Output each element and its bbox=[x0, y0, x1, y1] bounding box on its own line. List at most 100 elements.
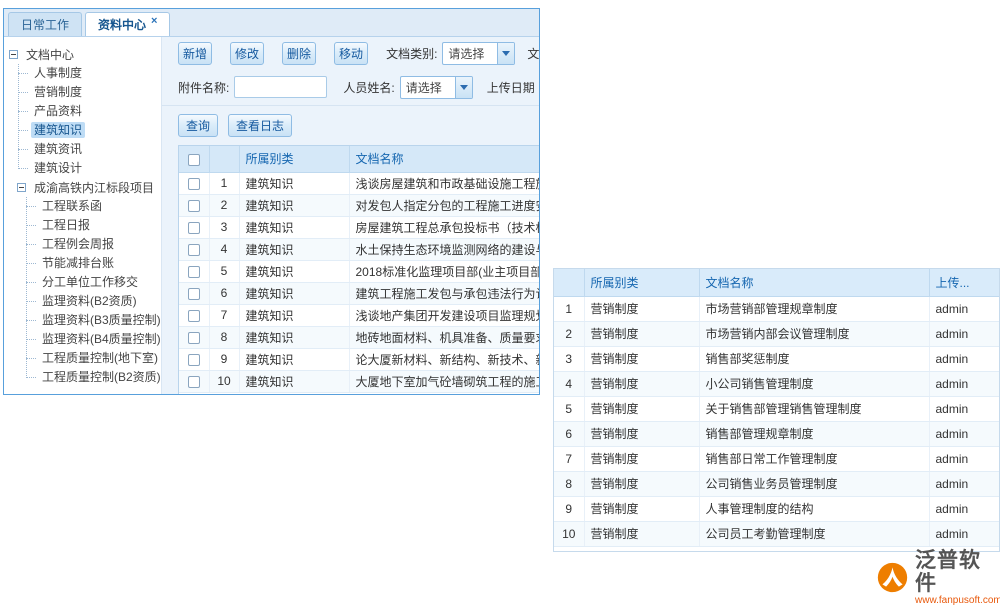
tree-item[interactable]: 监理资料(B2资质) bbox=[17, 292, 161, 311]
row-category: 建筑知识 bbox=[239, 348, 349, 370]
row-category: 建筑知识 bbox=[239, 282, 349, 304]
collapse-icon[interactable] bbox=[9, 50, 18, 59]
tree-item[interactable]: 工程联系函 bbox=[17, 197, 161, 216]
table-row[interactable]: 7建筑知识浅谈地产集团开发建设项目监理规划编... bbox=[179, 304, 539, 326]
row-checkbox[interactable] bbox=[188, 288, 200, 300]
table-row[interactable]: 3营销制度销售部奖惩制度admin bbox=[554, 346, 1000, 371]
table-row[interactable]: 10营销制度公司员工考勤管理制度admin bbox=[554, 521, 1000, 546]
table-row[interactable]: 10建筑知识大厦地下室加气砼墙砌筑工程的施工方... bbox=[179, 370, 539, 392]
row-checkbox[interactable] bbox=[188, 178, 200, 190]
tree-item[interactable]: 人事制度 bbox=[9, 64, 161, 83]
table-row[interactable]: 6营销制度销售部管理规章制度admin bbox=[554, 421, 1000, 446]
row-number: 6 bbox=[209, 282, 239, 304]
tab-bar: 日常工作 资料中心 × bbox=[4, 9, 539, 37]
row-category: 营销制度 bbox=[584, 421, 699, 446]
row-checkbox[interactable] bbox=[188, 200, 200, 212]
table-row[interactable]: 3建筑知识房屋建筑工程总承包投标书（技术标）... bbox=[179, 216, 539, 238]
row-category: 建筑知识 bbox=[239, 326, 349, 348]
row-checkbox[interactable] bbox=[188, 222, 200, 234]
row-number: 4 bbox=[554, 371, 584, 396]
table-row[interactable]: 5建筑知识2018标准化监理项目部(业主项目部)人员... bbox=[179, 260, 539, 282]
table-header-row: 所属别类 文档名称 上传... bbox=[554, 269, 1000, 296]
table-row[interactable]: 1营销制度市场营销部管理规章制度admin bbox=[554, 296, 1000, 321]
table-row[interactable]: 8营销制度公司销售业务员管理制度admin bbox=[554, 471, 1000, 496]
column-header-doc-name[interactable]: 文档名称 bbox=[699, 269, 929, 296]
table-row[interactable]: 2营销制度市场营销内部会议管理制度admin bbox=[554, 321, 1000, 346]
table-row[interactable]: 8建筑知识地砖地面材料、机具准备、质量要求及... bbox=[179, 326, 539, 348]
tree-item[interactable]: 工程质量控制(地下室) bbox=[17, 349, 161, 368]
data-center-window: 日常工作 资料中心 × 文档中心 人事制度营销制度产品资料建筑知识建筑资讯建筑设… bbox=[3, 8, 540, 395]
row-checkbox[interactable] bbox=[188, 376, 200, 388]
row-checkbox[interactable] bbox=[188, 354, 200, 366]
row-category: 营销制度 bbox=[584, 371, 699, 396]
checkbox-cell bbox=[179, 348, 209, 370]
view-log-button[interactable]: 查看日志 bbox=[228, 114, 292, 137]
column-header-uploader[interactable]: 上传... bbox=[929, 269, 1000, 296]
tree-item[interactable]: 建筑资讯 bbox=[9, 140, 161, 159]
close-icon[interactable]: × bbox=[151, 15, 157, 27]
table-row[interactable]: 5营销制度关于销售部管理销售管理制度admin bbox=[554, 396, 1000, 421]
row-checkbox[interactable] bbox=[188, 332, 200, 344]
doc-type-select[interactable]: 请选择 bbox=[442, 42, 515, 65]
table-row[interactable]: 9建筑知识论大厦新材料、新结构、新技术、新工... bbox=[179, 348, 539, 370]
delete-button[interactable]: 删除 bbox=[282, 42, 316, 65]
table-row[interactable]: 9营销制度人事管理制度的结构admin bbox=[554, 496, 1000, 521]
tree-item[interactable]: 监理资料(B3质量控制) bbox=[17, 311, 161, 330]
row-checkbox[interactable] bbox=[188, 244, 200, 256]
tree-item[interactable]: 工程例会周报 bbox=[17, 235, 161, 254]
table-row[interactable]: 7营销制度销售部日常工作管理制度admin bbox=[554, 446, 1000, 471]
move-button[interactable]: 移动 bbox=[334, 42, 368, 65]
tab-daily-work[interactable]: 日常工作 bbox=[8, 12, 82, 36]
fanpu-logo-icon bbox=[876, 561, 909, 594]
row-uploader: admin bbox=[929, 346, 1000, 371]
checkbox-cell bbox=[179, 194, 209, 216]
checkbox-cell bbox=[179, 260, 209, 282]
table-row[interactable]: 1建筑知识浅谈房屋建筑和市政基础设施工程施工... bbox=[179, 172, 539, 194]
tree-item-label: 建筑知识 bbox=[31, 122, 85, 138]
tree-root-document-center[interactable]: 文档中心 bbox=[9, 45, 161, 64]
row-checkbox[interactable] bbox=[188, 266, 200, 278]
tree-item[interactable]: 产品资料 bbox=[9, 102, 161, 121]
chevron-down-icon[interactable] bbox=[455, 77, 472, 98]
row-category: 建筑知识 bbox=[239, 370, 349, 392]
column-header-category[interactable]: 所属别类 bbox=[239, 146, 349, 172]
tree-item[interactable]: 分工单位工作移交 bbox=[17, 273, 161, 292]
tab-daily-work-label: 日常工作 bbox=[21, 16, 69, 33]
table-row[interactable]: 2建筑知识对发包人指定分包的工程施工进度安排... bbox=[179, 194, 539, 216]
row-doc-name: 销售部日常工作管理制度 bbox=[699, 446, 929, 471]
chevron-down-icon[interactable] bbox=[497, 43, 514, 64]
tree-item[interactable]: 节能减排台账 bbox=[17, 254, 161, 273]
row-number: 8 bbox=[554, 471, 584, 496]
tree-item[interactable]: 监理资料(B4质量控制) bbox=[17, 330, 161, 349]
modify-button[interactable]: 修改 bbox=[230, 42, 264, 65]
tree-root-project[interactable]: 成渝高铁内江标段项目 bbox=[9, 178, 161, 197]
row-doc-name: 公司销售业务员管理制度 bbox=[699, 471, 929, 496]
column-header-category[interactable]: 所属别类 bbox=[584, 269, 699, 296]
tree-item[interactable]: 工程日报 bbox=[17, 216, 161, 235]
tree-item[interactable]: 建筑知识 bbox=[9, 121, 161, 140]
select-all-checkbox[interactable] bbox=[188, 154, 200, 166]
person-select[interactable]: 请选择 bbox=[400, 76, 473, 99]
tree-item[interactable]: 建筑设计 bbox=[9, 159, 161, 178]
query-button[interactable]: 查询 bbox=[178, 114, 218, 137]
row-category: 建筑知识 bbox=[239, 172, 349, 194]
tab-data-center[interactable]: 资料中心 × bbox=[85, 12, 170, 36]
tree-item[interactable]: 工程质量控制(B2资质) bbox=[17, 368, 161, 387]
row-checkbox[interactable] bbox=[188, 310, 200, 322]
collapse-icon[interactable] bbox=[17, 183, 26, 192]
row-number: 4 bbox=[209, 238, 239, 260]
table-row[interactable]: 4建筑知识水土保持生态环境监测网络的建设与资... bbox=[179, 238, 539, 260]
row-number: 1 bbox=[554, 296, 584, 321]
tree-item[interactable]: 营销制度 bbox=[9, 83, 161, 102]
tree-project-label: 成渝高铁内江标段项目 bbox=[31, 178, 157, 197]
window-body: 文档中心 人事制度营销制度产品资料建筑知识建筑资讯建筑设计 成渝高铁内江标段项目… bbox=[4, 37, 539, 394]
tree-item-label: 分工单位工作移交 bbox=[39, 274, 141, 290]
filter-row: 附件名称: 人员姓名: 请选择 上传日期 bbox=[162, 69, 539, 105]
table-row[interactable]: 4营销制度小公司销售管理制度admin bbox=[554, 371, 1000, 396]
table-row[interactable]: 6建筑知识建筑工程施工发包与承包违法行为认定... bbox=[179, 282, 539, 304]
row-doc-name: 建筑工程施工发包与承包违法行为认定... bbox=[349, 282, 539, 304]
add-button[interactable]: 新增 bbox=[178, 42, 212, 65]
row-doc-name: 人事管理制度的结构 bbox=[699, 496, 929, 521]
attachment-input[interactable] bbox=[234, 76, 327, 98]
column-header-doc-name[interactable]: 文档名称 bbox=[349, 146, 539, 172]
